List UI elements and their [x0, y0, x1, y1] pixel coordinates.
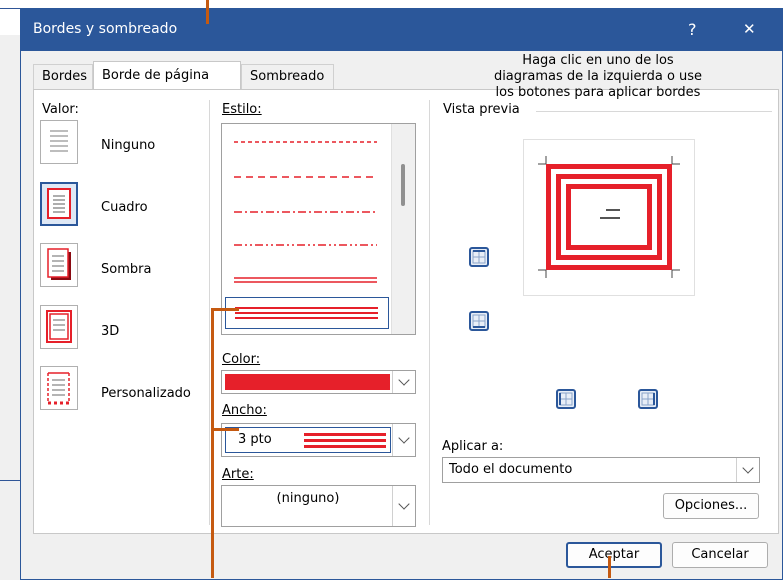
chevron-down-icon[interactable]	[736, 458, 759, 482]
width-label: Ancho:	[222, 403, 267, 418]
style-heading: Estilo:	[222, 102, 262, 117]
custom-icon	[47, 372, 70, 405]
callout-line	[211, 308, 214, 578]
box-icon	[47, 188, 71, 219]
chevron-down-icon[interactable]	[392, 371, 415, 393]
art-value: (ninguno)	[276, 491, 340, 506]
top-border-button[interactable]	[469, 247, 489, 267]
separator	[429, 100, 430, 525]
borders-and-shading-dialog: Bordes y sombreado ? ✕ Bordes Borde de p…	[20, 8, 783, 580]
color-dropdown[interactable]	[221, 370, 416, 394]
setting-none-label[interactable]: Ninguno	[101, 138, 155, 153]
right-border-button[interactable]	[638, 389, 658, 409]
help-button[interactable]: ?	[688, 20, 697, 39]
bottom-border-button[interactable]	[469, 311, 489, 331]
tab-label: Bordes	[42, 69, 88, 84]
setting-heading: Valor:	[42, 102, 79, 117]
3d-icon	[46, 310, 72, 343]
apply-to-value: Todo el documento	[449, 462, 573, 477]
scroll-thumb[interactable]	[401, 164, 405, 206]
right-border-icon	[641, 392, 655, 406]
setting-custom-icon[interactable]	[40, 366, 78, 410]
style-scrollbar[interactable]	[391, 124, 415, 334]
chevron-down-icon[interactable]	[392, 486, 415, 526]
setting-custom-label[interactable]: Personalizado	[101, 386, 191, 401]
tab-shading[interactable]: Sombreado	[241, 64, 334, 90]
preview-heading: Vista previa	[443, 102, 520, 117]
callout-line	[211, 308, 239, 311]
preview-divider	[536, 111, 772, 112]
dialog-title: Bordes y sombreado	[33, 21, 178, 37]
callout-line	[608, 556, 611, 578]
title-bar: Bordes y sombreado ? ✕	[21, 9, 782, 51]
preview-instructions: Haga clic en uno de los diagramas de la …	[493, 53, 703, 100]
setting-3d-label[interactable]: 3D	[101, 324, 119, 339]
tab-page-border[interactable]: Borde de página	[93, 61, 241, 89]
color-label: Color:	[222, 352, 261, 367]
top-border-icon	[472, 250, 486, 264]
setting-box-icon[interactable]	[40, 182, 78, 226]
tab-borders[interactable]: Bordes	[33, 64, 93, 90]
separator	[209, 100, 210, 525]
setting-3d-icon[interactable]	[40, 305, 78, 349]
cancel-button[interactable]: Cancelar	[672, 542, 768, 568]
options-button[interactable]: Opciones...	[663, 493, 759, 519]
callout-line	[211, 428, 239, 431]
background-line	[0, 480, 20, 481]
left-border-icon	[559, 392, 573, 406]
style-listbox[interactable]	[221, 123, 416, 335]
setting-none-icon[interactable]	[40, 120, 78, 164]
shadow-icon	[47, 248, 71, 280]
bottom-border-icon	[472, 314, 486, 328]
none-icon	[50, 130, 68, 152]
callout-line	[206, 0, 209, 24]
setting-box-label[interactable]: Cuadro	[101, 200, 148, 215]
width-value: 3 pto	[238, 432, 272, 447]
art-dropdown[interactable]: (ninguno)	[221, 485, 416, 527]
style-selected[interactable]	[225, 297, 389, 329]
art-label: Arte:	[222, 467, 254, 482]
width-dropdown[interactable]: 3 pto	[221, 423, 416, 457]
preview-page[interactable]	[523, 139, 695, 296]
left-border-button[interactable]	[556, 389, 576, 409]
preview-border-inner	[566, 184, 652, 250]
apply-to-label: Aplicar a:	[442, 439, 504, 454]
width-selected: 3 pto	[225, 427, 391, 453]
ok-button[interactable]: Aceptar	[566, 542, 662, 568]
color-swatch	[225, 374, 390, 390]
tab-label: Borde de página	[102, 68, 210, 83]
apply-to-dropdown[interactable]: Todo el documento	[442, 457, 760, 483]
setting-shadow-label[interactable]: Sombra	[101, 262, 151, 277]
close-button[interactable]: ✕	[743, 20, 756, 38]
tab-label: Sombreado	[250, 69, 325, 84]
chevron-down-icon[interactable]	[392, 424, 415, 456]
setting-shadow-icon[interactable]	[40, 243, 78, 287]
